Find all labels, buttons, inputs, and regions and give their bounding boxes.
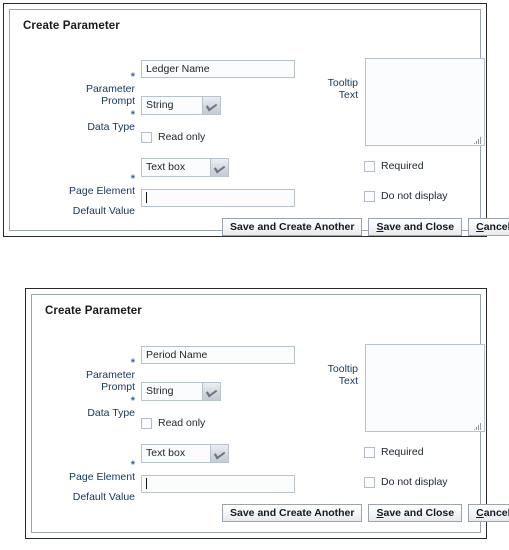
chevron-down-icon[interactable]	[210, 445, 228, 462]
data-type-select-1[interactable]: String	[141, 96, 221, 115]
dialog-button-row-2: Save and Create Another Save and Close C…	[222, 504, 509, 522]
do-not-display-checkbox-row-2[interactable]: Do not display	[364, 476, 448, 488]
text-caret	[146, 192, 147, 203]
save-and-close-accel: S	[376, 507, 384, 519]
chevron-down-icon[interactable]	[210, 159, 228, 176]
cancel-accel: C	[476, 507, 484, 519]
default-value-input-1[interactable]	[141, 189, 295, 207]
data-type-label-text: Data Type	[87, 121, 135, 133]
save-and-close-button-1[interactable]: Save and Close	[368, 218, 463, 236]
data-type-label-text: Data Type	[87, 407, 135, 419]
required-label-1: Required	[381, 160, 424, 172]
required-checkbox-row-2[interactable]: Required	[364, 446, 424, 458]
required-checkbox-row-1[interactable]: Required	[364, 160, 424, 172]
tooltip-text-label-text: Tooltip Text	[327, 363, 358, 387]
default-value-label-text: Default Value	[72, 491, 135, 503]
do-not-display-label-1: Do not display	[381, 190, 448, 202]
page-title-2: Create Parameter	[45, 305, 142, 317]
read-only-label-1: Read only	[158, 131, 206, 143]
tooltip-text-textarea-1[interactable]	[365, 58, 485, 146]
create-parameter-dialog-1: Create Parameter * Parameter Prompt Ledg…	[3, 3, 509, 240]
chevron-down-icon[interactable]	[202, 97, 220, 114]
required-asterisk-icon: *	[130, 173, 135, 185]
page-element-label-2: * Page Element	[45, 447, 135, 483]
save-and-create-another-button-1[interactable]: Save and Create Another	[222, 218, 363, 236]
save-and-create-another-button-2[interactable]: Save and Create Another	[222, 504, 363, 522]
default-value-label-1: Default Value	[45, 193, 135, 217]
dialog-panel-2: Create Parameter * Parameter Prompt Peri…	[31, 294, 509, 533]
save-and-close-button-2[interactable]: Save and Close	[368, 504, 463, 522]
page-element-select-1[interactable]: Text box	[141, 158, 229, 177]
data-type-label-1: * Data Type	[55, 97, 135, 133]
required-asterisk-icon: *	[130, 459, 135, 471]
required-label-2: Required	[381, 446, 424, 458]
default-value-input-2[interactable]	[141, 475, 295, 493]
do-not-display-checkbox-1[interactable]	[364, 190, 375, 202]
data-type-select-2[interactable]: String	[141, 382, 221, 401]
resize-grip-icon[interactable]	[474, 422, 482, 430]
save-and-close-rest: ave and Close	[383, 507, 455, 519]
required-asterisk-icon: *	[130, 71, 135, 83]
cancel-accel: C	[476, 221, 484, 233]
required-asterisk-icon: *	[130, 109, 135, 121]
required-asterisk-icon: *	[130, 357, 135, 369]
cancel-rest: ancel	[483, 221, 509, 233]
chevron-down-icon[interactable]	[202, 383, 220, 400]
read-only-label-2: Read only	[158, 417, 206, 429]
tooltip-text-label-text: Tooltip Text	[327, 77, 358, 101]
cancel-button-2[interactable]: Cancel	[468, 504, 509, 522]
read-only-checkbox-row-2[interactable]: Read only	[141, 417, 205, 429]
page-element-selected-value: Text box	[146, 161, 186, 173]
required-checkbox-2[interactable]	[364, 446, 375, 458]
data-type-selected-value: String	[146, 385, 174, 397]
default-value-label-text: Default Value	[72, 205, 135, 217]
read-only-checkbox-2[interactable]	[141, 417, 152, 429]
do-not-display-checkbox-2[interactable]	[364, 476, 375, 488]
tooltip-text-label-2: Tooltip Text	[310, 351, 358, 387]
text-caret	[146, 478, 147, 489]
save-and-close-rest: ave and Close	[383, 221, 455, 233]
tooltip-text-textarea-2[interactable]	[365, 344, 485, 432]
default-value-label-2: Default Value	[45, 479, 135, 503]
required-checkbox-1[interactable]	[364, 160, 375, 172]
page-element-selected-value: Text box	[146, 447, 186, 459]
cancel-button-1[interactable]: Cancel	[468, 218, 509, 236]
data-type-label-2: * Data Type	[55, 383, 135, 419]
save-and-close-accel: S	[376, 221, 384, 233]
do-not-display-checkbox-row-1[interactable]: Do not display	[364, 190, 448, 202]
create-parameter-dialog-2: Create Parameter * Parameter Prompt Peri…	[25, 288, 509, 542]
page-element-select-2[interactable]: Text box	[141, 444, 229, 463]
dialog-button-row-1: Save and Create Another Save and Close C…	[222, 218, 509, 236]
dialog-panel-1: Create Parameter * Parameter Prompt Ledg…	[9, 9, 509, 236]
read-only-checkbox-row-1[interactable]: Read only	[141, 131, 205, 143]
page-title-1: Create Parameter	[23, 20, 120, 32]
required-asterisk-icon: *	[130, 395, 135, 407]
tooltip-text-label-1: Tooltip Text	[310, 65, 358, 101]
cancel-rest: ancel	[483, 507, 509, 519]
parameter-prompt-input-1[interactable]: Ledger Name	[141, 60, 295, 78]
data-type-selected-value: String	[146, 99, 174, 111]
read-only-checkbox-1[interactable]	[141, 131, 152, 143]
page-element-label-1: * Page Element	[45, 161, 135, 197]
parameter-prompt-input-2[interactable]: Period Name	[141, 346, 295, 364]
do-not-display-label-2: Do not display	[381, 476, 448, 488]
resize-grip-icon[interactable]	[474, 136, 482, 144]
